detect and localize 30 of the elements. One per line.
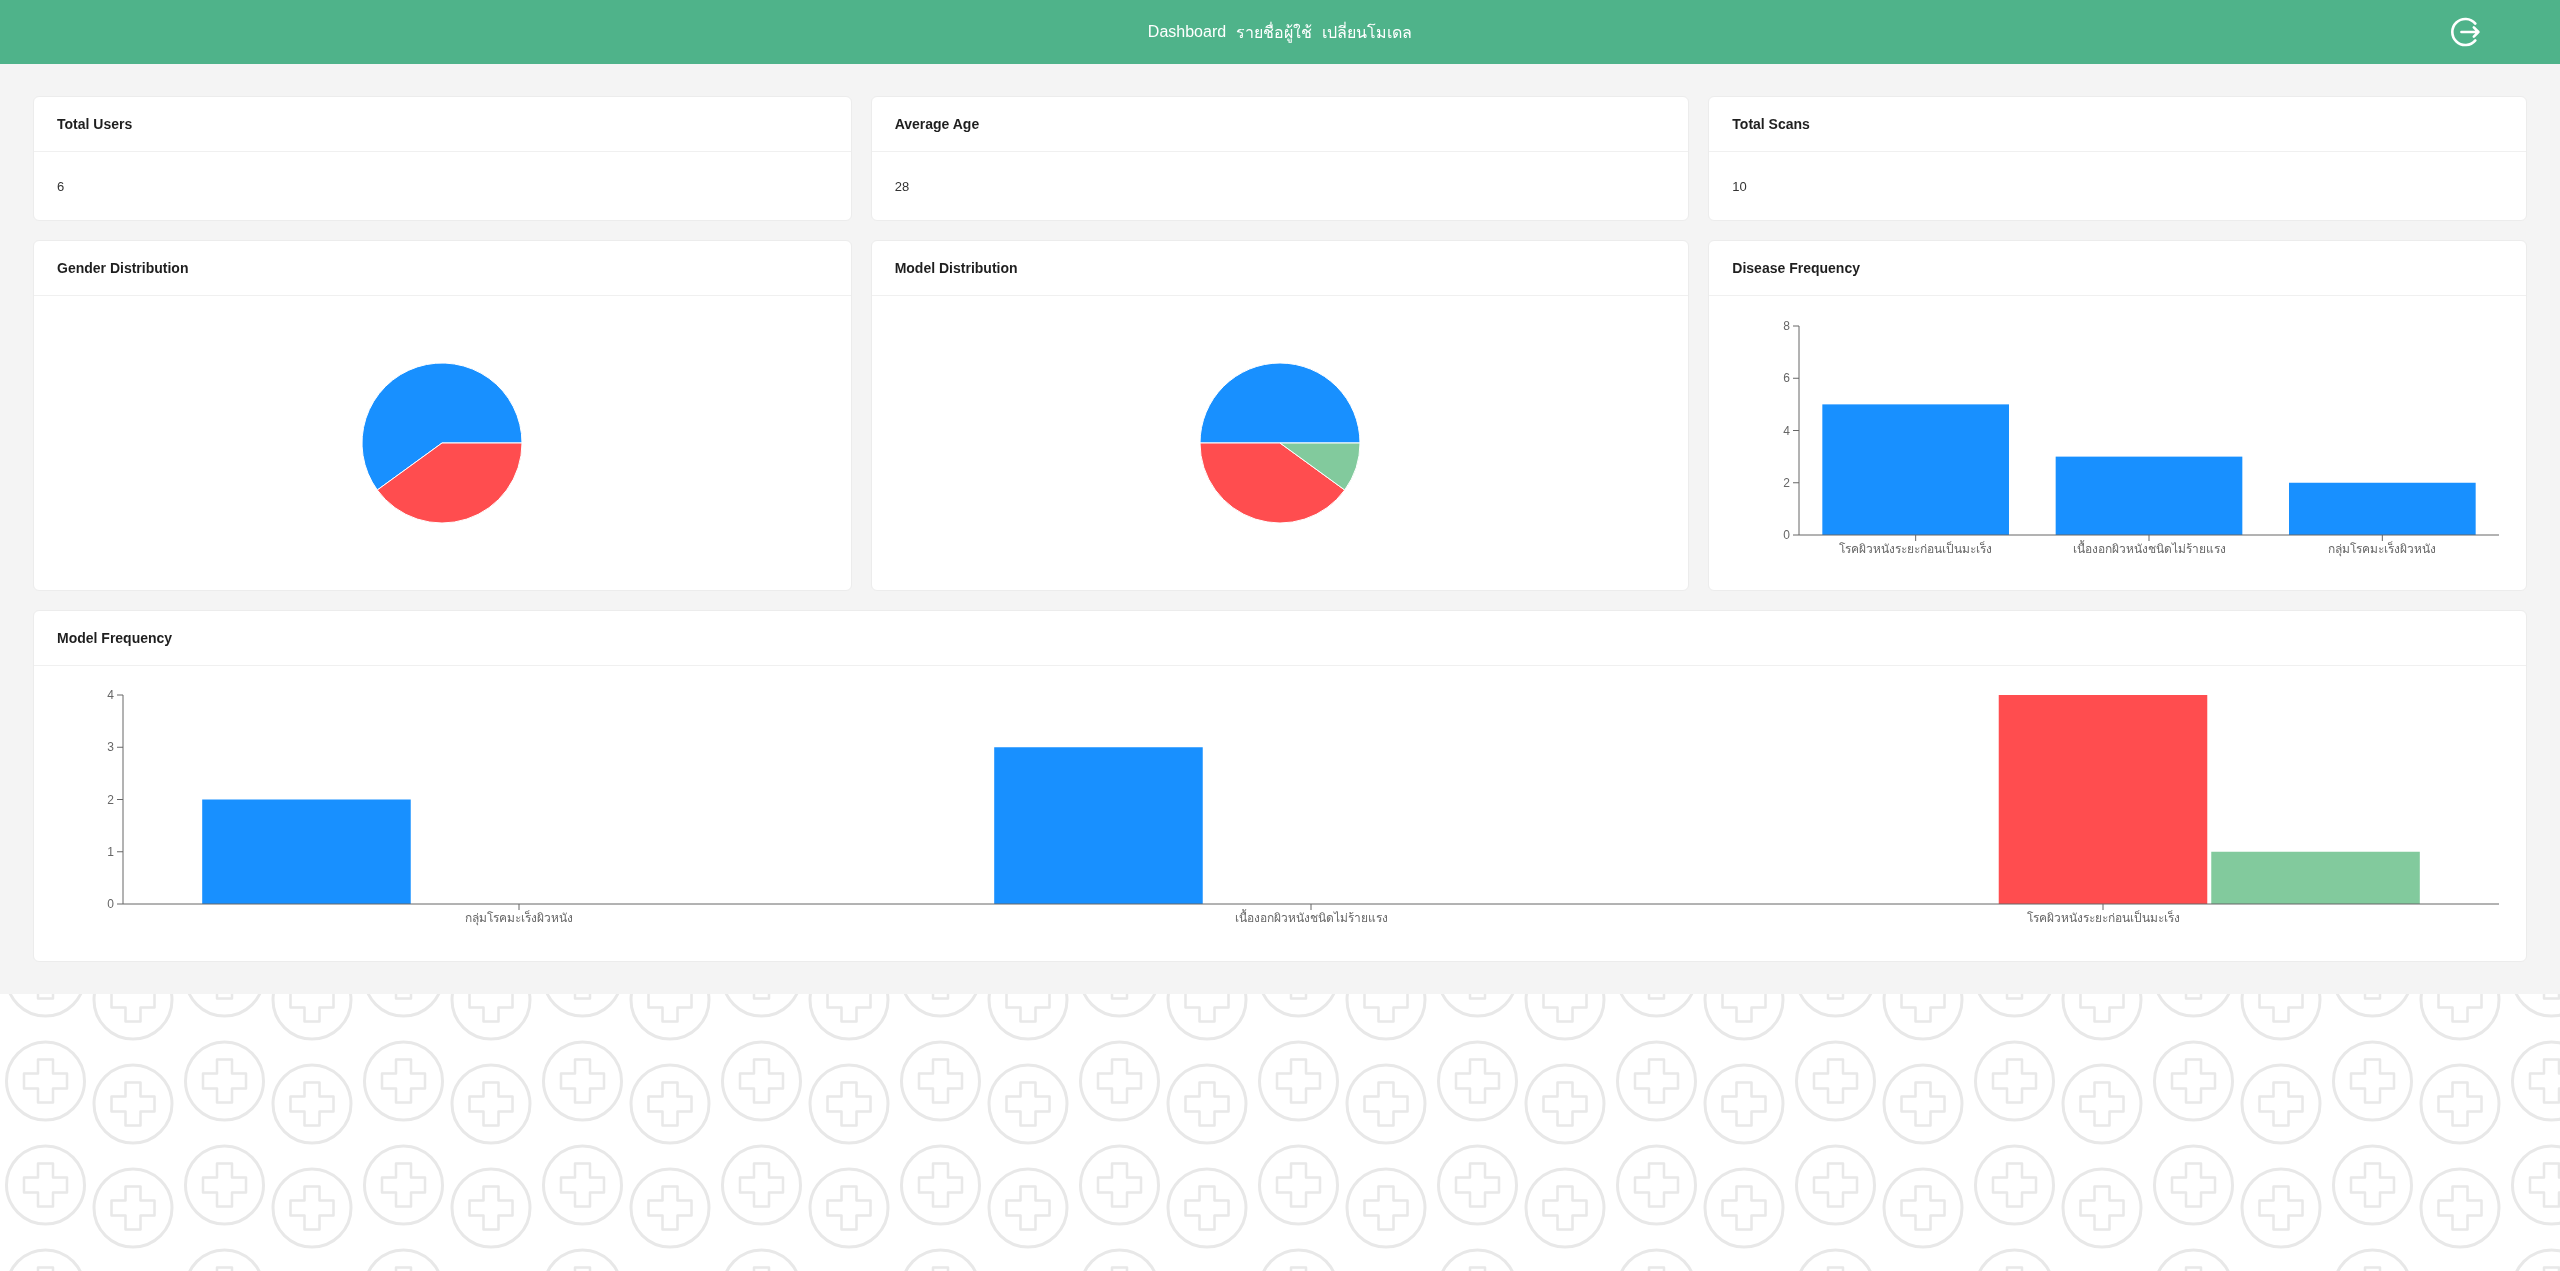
card-title: Total Users: [57, 116, 133, 132]
y-tick-label: 0: [107, 896, 114, 911]
card-title: Model Frequency: [57, 630, 173, 646]
category-label: โรคผิวหนังระยะก่อนเป็นมะเร็ง: [2026, 910, 2180, 925]
nav-link[interactable]: Dashboard: [1147, 23, 1227, 41]
card-title: Total Scans: [1732, 116, 1810, 132]
y-tick-label: 2: [107, 792, 114, 807]
stat-value: 10: [1732, 178, 1747, 194]
nav-link[interactable]: รายชื่อผู้ใช้: [1236, 19, 1313, 45]
category-label: โรคผิวหนังระยะก่อนเป็นมะเร็ง: [1838, 541, 1992, 556]
y-tick-label: 4: [107, 687, 114, 702]
y-tick-label: 2: [1782, 475, 1790, 490]
category-label: เนื้องอกผิวหนังชนิดไม่ร้ายแรง: [1234, 910, 1388, 925]
y-tick-label: 1: [107, 844, 114, 859]
y-tick-label: 4: [1782, 423, 1790, 438]
category-label: กลุ่มโรคมะเร็งผิวหนัง: [465, 910, 573, 925]
y-tick-label: 0: [1782, 527, 1790, 542]
card-title: Disease Frequency: [1732, 260, 1860, 276]
card-title: Average Age: [894, 116, 980, 132]
logout-icon[interactable]: [2451, 17, 2481, 47]
stat-value: 6: [57, 178, 65, 194]
nav-link[interactable]: เปลี่ยนโมเดล: [1322, 19, 1413, 45]
card-title: Model Distribution: [894, 260, 1018, 276]
y-tick-label: 6: [1782, 370, 1790, 385]
card-title: Gender Distribution: [57, 260, 189, 276]
category-label: กลุ่มโรคมะเร็งผิวหนัง: [2328, 541, 2436, 556]
y-tick-label: 3: [107, 739, 114, 754]
stat-value: 28: [894, 178, 910, 194]
category-label: เนื้องอกผิวหนังชนิดไม่ร้ายแรง: [2072, 541, 2226, 556]
y-tick-label: 8: [1782, 318, 1790, 333]
